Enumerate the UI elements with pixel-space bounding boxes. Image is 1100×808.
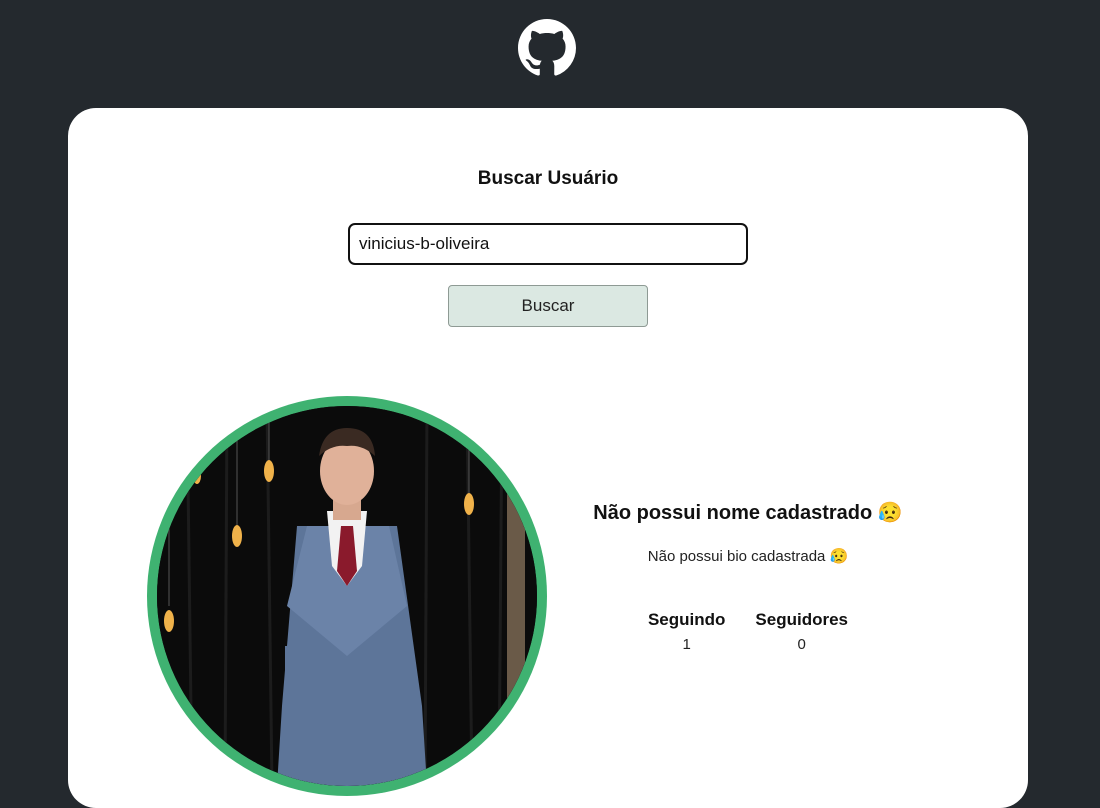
search-title: Buscar Usuário	[477, 168, 619, 189]
github-logo-icon[interactable]	[518, 19, 576, 77]
avatar-photo-icon	[157, 406, 537, 786]
followers-stat: Seguidores 0	[755, 610, 848, 653]
followers-label: Seguidores	[755, 610, 849, 629]
profile-stats: Seguindo 1 Seguidores 0	[628, 610, 868, 653]
followers-count: 0	[797, 636, 806, 653]
profile-name: Não possui nome cadastrado 😥	[593, 502, 903, 524]
user-avatar	[157, 406, 537, 786]
following-stat: Seguindo 1	[648, 610, 725, 653]
profile-info: Não possui nome cadastrado 😥 Não possui …	[568, 500, 928, 565]
search-button[interactable]: Buscar	[448, 285, 648, 327]
top-bar	[0, 0, 1100, 108]
profile-bio: Não possui bio cadastrada 😥	[647, 548, 849, 565]
following-label: Seguindo	[647, 610, 726, 629]
username-search-input[interactable]	[348, 223, 748, 265]
avatar-ring	[147, 396, 547, 796]
following-count: 1	[682, 636, 691, 653]
profile-card: Buscar Usuário Buscar	[68, 108, 1028, 808]
